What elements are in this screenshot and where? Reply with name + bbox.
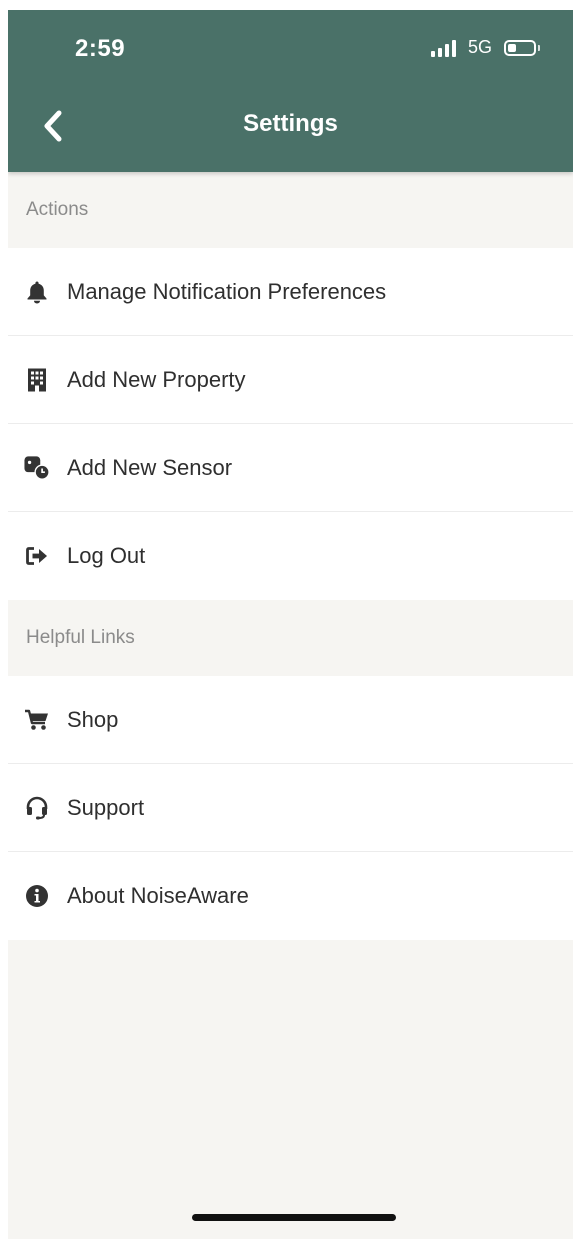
- sign-out-icon: [24, 543, 50, 569]
- list-item-log-out[interactable]: Log Out: [8, 512, 573, 600]
- network-label: 5G: [467, 37, 492, 57]
- list-item-notification-preferences[interactable]: Manage Notification Preferences: [8, 248, 573, 336]
- list-item-label: Log Out: [67, 543, 146, 568]
- sensor-icon: [24, 455, 50, 481]
- status-time: 2:59: [75, 35, 126, 62]
- actions-list: Manage Notification Preferences Add New …: [8, 248, 573, 600]
- info-circle-icon: [24, 883, 50, 909]
- cart-icon: [24, 707, 50, 733]
- helpful-links-list: Shop Support About NoiseAware: [8, 676, 573, 940]
- list-item-label: Shop: [67, 706, 119, 732]
- headset-icon: [24, 795, 50, 821]
- signal-icon: [430, 39, 456, 57]
- list-item-label: Add New Property: [67, 366, 246, 392]
- section-header-actions: Actions: [8, 172, 573, 248]
- page-title: Settings: [243, 110, 338, 137]
- list-item-about[interactable]: About NoiseAware: [8, 852, 573, 940]
- list-item-label: Support: [67, 794, 145, 820]
- bell-icon: [24, 279, 50, 305]
- list-item-label: Manage Notification Preferences: [67, 278, 387, 304]
- list-item-support[interactable]: Support: [8, 764, 573, 852]
- app-header: 2:59 5G Settings: [8, 10, 573, 172]
- list-item-label: About NoiseAware: [67, 883, 249, 908]
- list-item-shop[interactable]: Shop: [8, 676, 573, 764]
- list-item-add-property[interactable]: Add New Property: [8, 336, 573, 424]
- section-header-helpful-links: Helpful Links: [8, 600, 573, 676]
- list-item-label: Add New Sensor: [67, 454, 233, 480]
- battery-icon: [504, 39, 536, 56]
- building-icon: [24, 367, 50, 393]
- home-indicator[interactable]: [192, 1214, 396, 1221]
- list-item-add-sensor[interactable]: Add New Sensor: [8, 424, 573, 512]
- settings-screen: 2:59 5G Settings Actions Manage Notifica…: [8, 10, 573, 1239]
- status-indicators: 5G: [430, 37, 540, 58]
